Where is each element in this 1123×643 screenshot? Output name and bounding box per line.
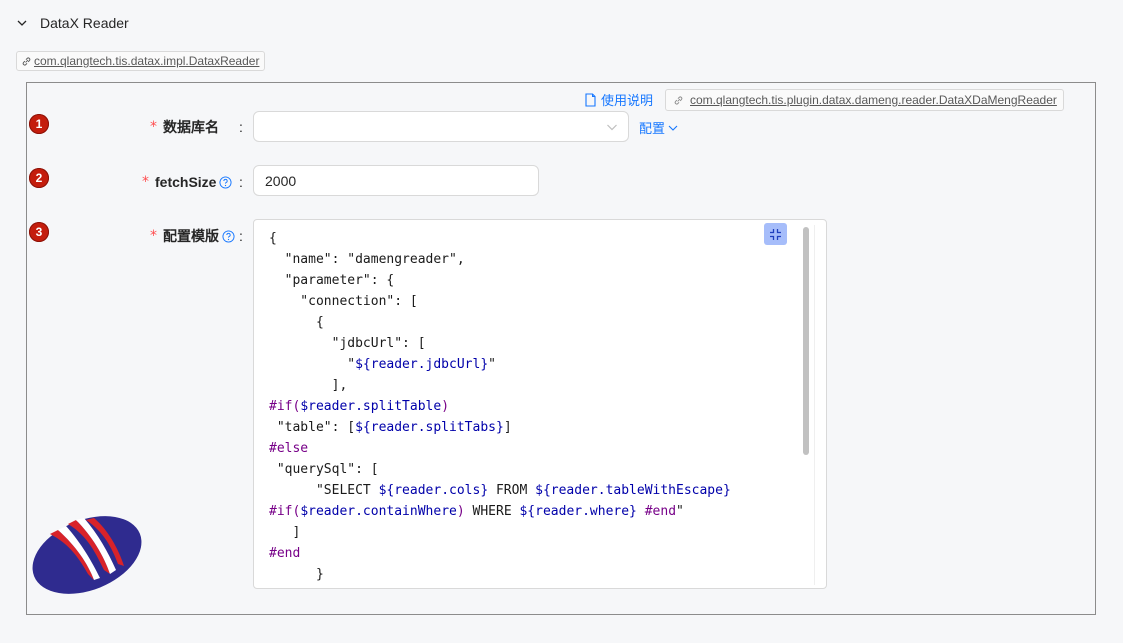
code-line: #else (269, 438, 731, 459)
chevron-down-icon (607, 124, 617, 131)
editor-scrollbar[interactable] (801, 225, 815, 585)
impl-link[interactable]: com.qlangtech.tis.plugin.datax.dameng.re… (690, 93, 1057, 107)
code-text: { (269, 231, 277, 246)
code-text: FROM (488, 483, 536, 498)
field-label-text: 配置模版 (163, 228, 219, 244)
file-icon (585, 92, 596, 107)
code-text: ] (269, 525, 301, 540)
dbname-select[interactable] (253, 111, 629, 142)
plugin-desc-link[interactable]: com.qlangtech.tis.datax.impl.DataxReader (34, 54, 259, 68)
code-line: #if($reader.splitTable) (269, 396, 731, 417)
field-label-text: fetchSize (155, 174, 217, 190)
code-directive: #if( (269, 399, 301, 414)
code-directive: #else (269, 441, 309, 456)
doc-link[interactable]: 使用说明 (584, 90, 653, 109)
section-title: DataX Reader (40, 15, 129, 31)
step-badge-2: 2 (29, 168, 49, 188)
doc-link-label[interactable]: 使用说明 (601, 90, 653, 109)
fullscreen-exit-button[interactable] (764, 223, 787, 245)
code-text: { (269, 315, 324, 330)
code-text: ] (503, 420, 512, 435)
code-variable: ${reader.where} (519, 504, 637, 519)
code-line: } (269, 564, 731, 585)
code-line: { (269, 312, 731, 333)
code-line: "table": [${reader.splitTabs}] (269, 417, 731, 438)
code-directive: ) (441, 399, 450, 414)
code-line: "SELECT ${reader.cols} FROM ${reader.tab… (269, 480, 731, 501)
config-link-label[interactable]: 配置 (639, 118, 665, 137)
code-line: ] (269, 522, 731, 543)
code-line: { (269, 228, 731, 249)
code-variable: ${reader.cols} (378, 483, 489, 498)
required-mark: * (150, 228, 157, 244)
code-directive: #if( (269, 504, 301, 519)
scrollbar-track (814, 225, 815, 585)
step-badge-1: 1 (29, 114, 49, 134)
code-variable: ${reader.jdbcUrl} (355, 357, 489, 372)
code-line: ], (269, 375, 731, 396)
code-line: "jdbcUrl": [ (269, 333, 731, 354)
code-text: " (488, 357, 496, 372)
scrollbar-thumb[interactable] (803, 227, 809, 455)
tis-logo-icon (32, 516, 142, 594)
link-icon (674, 96, 683, 104)
config-dropdown-link[interactable]: 配置 (639, 118, 678, 137)
code-text: "table": [ (269, 420, 356, 435)
code-content[interactable]: { "name": "damengreader", "parameter": {… (269, 228, 731, 585)
code-text: " (269, 357, 356, 372)
field-label-fetchsize: * fetchSize (142, 172, 233, 192)
code-variable: ${reader.tableWithEscape} (535, 483, 731, 498)
code-text: "parameter": { (269, 273, 395, 288)
field-label-template: * 配置模版 (150, 226, 235, 246)
fullscreen-exit-icon (770, 228, 781, 240)
code-directive: ) (456, 504, 465, 519)
code-line: "querySql": [ (269, 459, 731, 480)
code-variable: $reader.splitTable (300, 399, 442, 414)
chevron-down-icon (668, 125, 678, 131)
code-line: "parameter": { (269, 270, 731, 291)
impl-tag[interactable]: com.qlangtech.tis.plugin.datax.dameng.re… (665, 89, 1064, 111)
colon: : (239, 174, 243, 190)
code-line: "${reader.jdbcUrl}" (269, 354, 731, 375)
code-text: WHERE (464, 504, 520, 519)
question-circle-icon[interactable] (219, 175, 233, 189)
plugin-desc-tag[interactable]: com.qlangtech.tis.datax.impl.DataxReader (16, 51, 266, 71)
code-line: "connection": [ (269, 291, 731, 312)
link-icon (22, 57, 31, 65)
code-line: "name": "damengreader", (269, 249, 731, 270)
template-code-editor[interactable]: { "name": "damengreader", "parameter": {… (253, 219, 827, 589)
colon: : (239, 228, 243, 244)
code-text: "querySql": [ (269, 462, 379, 477)
code-directive: #end (644, 504, 677, 519)
colon: : (239, 119, 243, 135)
code-text: } (269, 567, 324, 582)
fetchsize-input[interactable]: 2000 (253, 165, 539, 196)
code-text: "SELECT (269, 483, 379, 498)
field-label-text: 数据库名 (163, 119, 219, 135)
question-circle-icon[interactable] (222, 229, 235, 243)
code-line: #end (269, 543, 731, 564)
step-badge-3: 3 (29, 222, 49, 242)
code-text: " (676, 504, 684, 519)
section-header[interactable]: DataX Reader (16, 13, 129, 33)
code-text: ], (269, 378, 348, 393)
chevron-down-icon[interactable] (16, 17, 28, 29)
required-mark: * (150, 119, 157, 135)
code-directive: #end (269, 546, 301, 561)
code-variable: ${reader.splitTabs} (355, 420, 504, 435)
required-mark: * (142, 174, 149, 190)
code-text: "connection": [ (269, 294, 418, 309)
code-text: "name": "damengreader", (269, 252, 465, 267)
code-variable: $reader.containWhere (300, 504, 457, 519)
code-text: "jdbcUrl": [ (269, 336, 426, 351)
code-line: #if($reader.containWhere) WHERE ${reader… (269, 501, 731, 522)
field-label-dbname: * 数据库名 (150, 117, 219, 137)
